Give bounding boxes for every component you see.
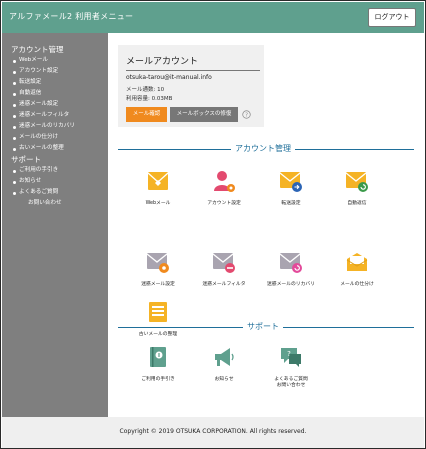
tile-guide[interactable]: ご利用の手引き (127, 345, 189, 383)
guide-book-icon (150, 347, 166, 367)
account-section-title: アカウント管理 (231, 143, 295, 154)
sidebar-item-forward[interactable]: 転送設定 (2, 77, 108, 88)
user-settings-icon (214, 171, 235, 192)
spam-recovery-icon (279, 253, 302, 273)
bullet-icon (13, 148, 16, 151)
webmail-icon (147, 172, 169, 190)
app-frame: アルファメール2 利用者メニュー ログアウト アカウント管理 Webメール アカ… (0, 0, 426, 449)
bullet-icon (13, 82, 16, 85)
tile-news[interactable]: お知らせ (193, 345, 255, 383)
account-email: otsuka-tarou@it-manual.info (126, 74, 212, 81)
sidebar-item-mail-sort[interactable]: メールの仕分け (2, 132, 108, 143)
bullet-icon (13, 181, 16, 184)
bullet-icon (13, 170, 16, 173)
bullet-icon (13, 115, 16, 118)
sidebar: アカウント管理 Webメール アカウント設定 転送設定 自動返信 迷惑メール設定… (2, 33, 108, 417)
tile-faq[interactable]: ? よくあるご質問 お問い合わせ (260, 345, 322, 389)
sidebar-item-contact[interactable]: お問い合わせ (2, 198, 108, 209)
account-card-title: メールアカウント (126, 54, 260, 71)
forward-mail-icon (279, 172, 302, 192)
copyright-text: Copyright © 2019 OTSUKA CORPORATION. All… (119, 428, 307, 435)
spam-settings-icon (146, 253, 169, 273)
spam-filter-icon (212, 253, 235, 273)
account-card: メールアカウント otsuka-tarou@it-manual.info メール… (118, 45, 264, 127)
tile-webmail[interactable]: Webメール (127, 169, 189, 207)
mail-sort-icon (346, 253, 368, 271)
help-icon[interactable]: ? (242, 110, 251, 119)
sidebar-heading-account: アカウント管理 (11, 45, 64, 54)
support-section-title: サポート (243, 321, 283, 332)
mail-count: メール通数: 10 (126, 87, 165, 93)
tile-mail-sort[interactable]: メールの仕分け (326, 250, 388, 288)
tile-spam-settings[interactable]: 迷惑メール設定 (127, 250, 189, 288)
sidebar-item-guide[interactable]: ご利用の手引き (2, 165, 108, 176)
sidebar-item-spam-recovery[interactable]: 迷惑メールのリカバリ (2, 121, 108, 132)
sidebar-item-spam-settings[interactable]: 迷惑メール設定 (2, 99, 108, 110)
check-mail-button[interactable]: メール確認 (126, 107, 167, 122)
app-title: アルファメール2 利用者メニュー (9, 12, 134, 21)
faq-icon: ? (281, 348, 301, 367)
sidebar-item-autoreply[interactable]: 自動返信 (2, 88, 108, 99)
sidebar-item-mail-cleanup[interactable]: 古いメールの整理 (2, 143, 108, 154)
tile-autoreply[interactable]: 自動返信 (326, 169, 388, 207)
storage-usage: 利用容量: 0.03MB (126, 96, 173, 102)
bullet-icon (13, 60, 16, 63)
tile-account-settings[interactable]: アカウント設定 (193, 169, 255, 207)
logout-button[interactable]: ログアウト (368, 8, 416, 27)
bullet-icon (13, 93, 16, 96)
sidebar-heading-support: サポート (11, 155, 41, 164)
tile-spam-filter[interactable]: 迷惑メールフィルタ (193, 250, 255, 288)
autoreply-mail-icon (345, 172, 368, 192)
bullet-icon (13, 192, 16, 195)
main-content: メールアカウント otsuka-tarou@it-manual.info メール… (108, 33, 424, 417)
tile-forward[interactable]: 転送設定 (260, 169, 322, 207)
sidebar-item-news[interactable]: お知らせ (2, 176, 108, 187)
header-bar: アルファメール2 利用者メニュー ログアウト (2, 2, 424, 33)
bullet-icon (13, 126, 16, 129)
bullet-icon (13, 71, 16, 74)
svg-text:?: ? (287, 350, 291, 358)
mail-cleanup-icon (149, 302, 167, 322)
bullet-icon (13, 137, 16, 140)
megaphone-icon (215, 348, 234, 366)
sidebar-item-account-settings[interactable]: アカウント設定 (2, 66, 108, 77)
svg-text:?: ? (245, 113, 248, 119)
tile-spam-recovery[interactable]: 迷惑メールのリカバリ (260, 250, 322, 288)
tile-mail-cleanup[interactable]: 古いメールの整理 (127, 300, 189, 338)
footer: Copyright © 2019 OTSUKA CORPORATION. All… (2, 417, 424, 448)
sidebar-item-faq[interactable]: よくあるご質問 (2, 187, 108, 198)
bullet-icon (13, 104, 16, 107)
sidebar-item-webmail[interactable]: Webメール (2, 55, 108, 66)
repair-mailbox-button[interactable]: メールボックスの修復 (170, 107, 238, 122)
sidebar-item-spam-filter[interactable]: 迷惑メールフィルタ (2, 110, 108, 121)
